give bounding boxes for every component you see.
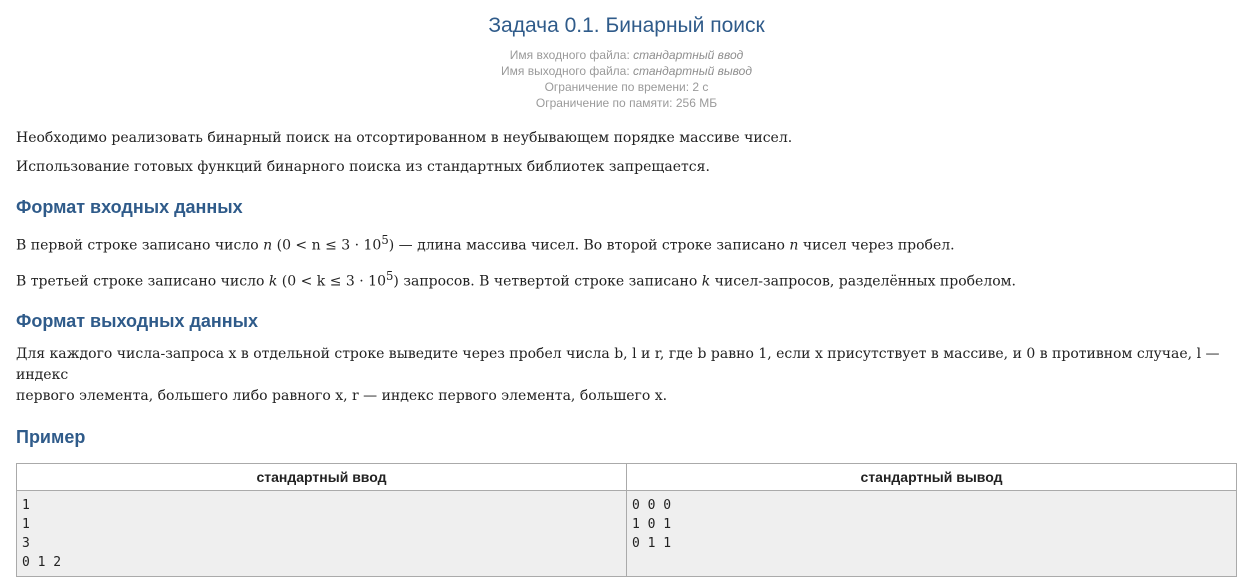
example-output-line: 1 0 1 xyxy=(632,517,672,533)
output-format-line-1: Для каждого числа-запроса x в отдельной … xyxy=(16,346,1220,384)
input-p1-text-b: ) — длина массива чисел. Во второй строк… xyxy=(388,237,790,254)
input-p1-exponent: 5 xyxy=(381,233,389,247)
output-file-label: Имя выходного файла: xyxy=(501,64,630,78)
output-file-value: стандартный вывод xyxy=(633,64,752,78)
example-input-line: 1 xyxy=(22,498,30,514)
input-file-row: Имя входного файла: стандартный ввод xyxy=(16,47,1237,63)
time-limit: Ограничение по времени: 2 с xyxy=(544,80,709,94)
example-input-cell[interactable]: 1 1 3 0 1 2 xyxy=(16,490,627,578)
output-file-row: Имя выходного файла: стандартный вывод xyxy=(16,63,1237,79)
input-p2-text-c: чисел-запросов, разделённых пробелом. xyxy=(710,273,1017,290)
output-format-heading: Формат выходных данных xyxy=(16,311,259,332)
output-format-paragraph: Для каждого числа-запроса x в отдельной … xyxy=(16,344,1237,407)
problem-meta: Имя входного файла: стандартный ввод Имя… xyxy=(16,47,1237,111)
input-p2-text-b: ) запросов. В четвертой строке записано xyxy=(393,273,702,290)
example-input-line: 3 xyxy=(22,536,30,552)
example-input-line: 1 xyxy=(22,517,30,533)
input-file-label: Имя входного файла: xyxy=(509,48,630,62)
input-p1-var-n: n xyxy=(263,237,273,254)
example-data-row: 1 1 3 0 1 2 0 0 0 1 0 1 0 1 1 xyxy=(16,490,1237,578)
problem-page: Задача 0.1. Бинарный поиск Имя входного … xyxy=(0,11,1253,585)
input-format-paragraph-1: В первой строке записано число n (0 < n … xyxy=(16,230,1237,256)
problem-title: Задача 0.1. Бинарный поиск xyxy=(488,14,765,37)
example-table: стандартный ввод стандартный вывод 1 1 3 0 … xyxy=(16,463,1237,578)
input-file-value: стандартный ввод xyxy=(633,48,744,62)
input-format-paragraph-2: В третьей строке записано число k (0 < k… xyxy=(16,266,1237,292)
input-p2-var-k-2: k xyxy=(701,273,711,290)
input-p1-constraint: (0 < n ≤ 3 · 10 xyxy=(272,237,382,254)
memory-limit: Ограничение по памяти: 256 МБ xyxy=(535,96,718,110)
input-p1-text-a: В первой строке записано число xyxy=(16,237,264,254)
example-output-column-header: стандартный вывод xyxy=(626,463,1237,492)
example-heading: Пример xyxy=(16,427,86,448)
statement-paragraph-1: Необходимо реализовать бинарный поиск на… xyxy=(16,130,793,146)
example-output-line: 0 0 0 xyxy=(632,498,672,514)
input-p1-text-c: чисел через пробел. xyxy=(798,237,955,254)
statement-paragraph-2: Использование готовых функций бинарного … xyxy=(16,159,710,175)
example-output-cell[interactable]: 0 0 0 1 0 1 0 1 1 xyxy=(626,490,1237,578)
example-output-line: 0 1 1 xyxy=(632,536,672,552)
example-header-row: стандартный ввод стандартный вывод xyxy=(16,463,1237,492)
input-p2-text-a: В третьей строке записано число xyxy=(16,273,269,290)
input-format-heading: Формат входных данных xyxy=(16,197,243,217)
example-input-line: 0 1 2 xyxy=(22,555,62,571)
example-input-column-header: стандартный ввод xyxy=(16,463,627,492)
output-format-line-2: первого элемента, большего либо равного … xyxy=(16,388,668,405)
input-p2-constraint: (0 < k ≤ 3 · 10 xyxy=(277,273,386,290)
